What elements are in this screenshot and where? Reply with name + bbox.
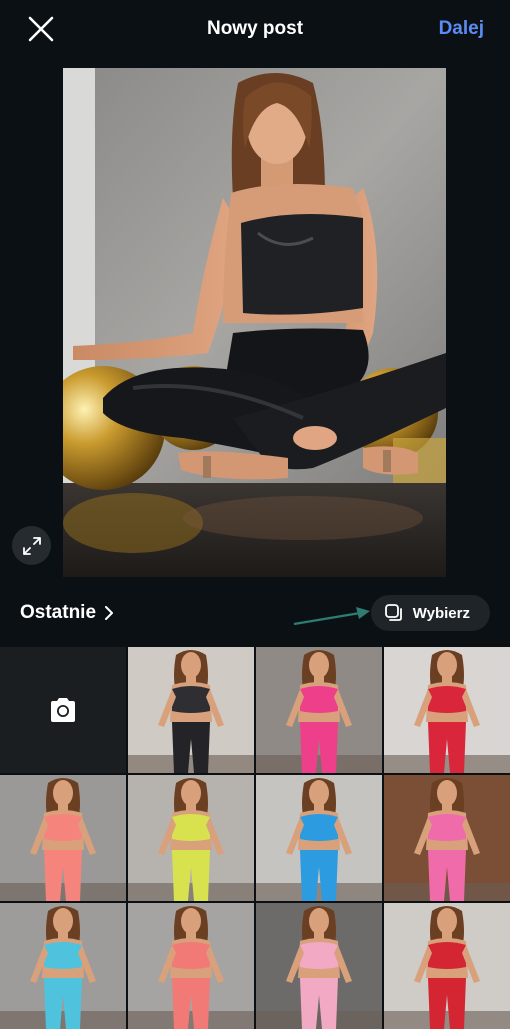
gallery-thumbnail[interactable] xyxy=(256,647,382,773)
close-button[interactable] xyxy=(26,14,56,44)
thumbnail-image-pink-outfit xyxy=(256,647,382,773)
camera-button[interactable] xyxy=(0,647,126,773)
thumbnail-image-pink-outfit-teddy-bear xyxy=(384,775,510,901)
thumbnail-image-red-outfit-2 xyxy=(384,903,510,1029)
gallery-thumbnail[interactable] xyxy=(384,903,510,1029)
chevron-right-icon xyxy=(105,606,114,620)
thumbnail-image-red-outfit xyxy=(384,647,510,773)
gallery-thumbnail[interactable] xyxy=(128,647,254,773)
expand-button[interactable] xyxy=(12,526,51,565)
select-label: Wybierz xyxy=(412,604,470,622)
thumbnail-image-black-outfit xyxy=(128,647,254,773)
gallery-thumbnail[interactable] xyxy=(384,647,510,773)
gallery-thumbnail[interactable] xyxy=(384,775,510,901)
annotation-arrow xyxy=(293,607,370,626)
album-selector[interactable]: Ostatnie xyxy=(20,602,114,624)
gallery-thumbnail[interactable] xyxy=(128,903,254,1029)
thumbnail-image-coral-outfit xyxy=(0,775,126,901)
gallery-thumbnail[interactable] xyxy=(0,903,126,1029)
top-bar: Nowy post Dalej xyxy=(0,0,510,58)
preview-image xyxy=(63,68,446,577)
gallery-thumbnail[interactable] xyxy=(256,775,382,901)
thumbnail-image-lime-outfit xyxy=(128,775,254,901)
select-multiple-button[interactable]: Wybierz xyxy=(370,595,490,631)
photo-preview[interactable] xyxy=(63,68,446,577)
camera-icon xyxy=(51,698,75,722)
thumbnail-image-coral-outfit-2 xyxy=(128,903,254,1029)
gallery-grid xyxy=(0,647,510,1029)
gallery-thumbnail[interactable] xyxy=(128,775,254,901)
album-label: Ostatnie xyxy=(20,602,97,623)
close-icon xyxy=(28,16,54,42)
gallery-thumbnail[interactable] xyxy=(256,903,382,1029)
gallery-toolbar: Ostatnie Wybierz xyxy=(0,590,510,636)
thumbnail-image-blue-outfit-skateboard xyxy=(256,775,382,901)
next-button[interactable]: Dalej xyxy=(439,18,484,40)
thumbnail-image-turquoise-outfit xyxy=(0,903,126,1029)
page-title: Nowy post xyxy=(206,18,304,39)
gallery-thumbnail[interactable] xyxy=(0,775,126,901)
expand-icon xyxy=(22,536,41,555)
multi-select-icon xyxy=(384,604,402,621)
thumbnail-image-light-pink-outfit xyxy=(256,903,382,1029)
